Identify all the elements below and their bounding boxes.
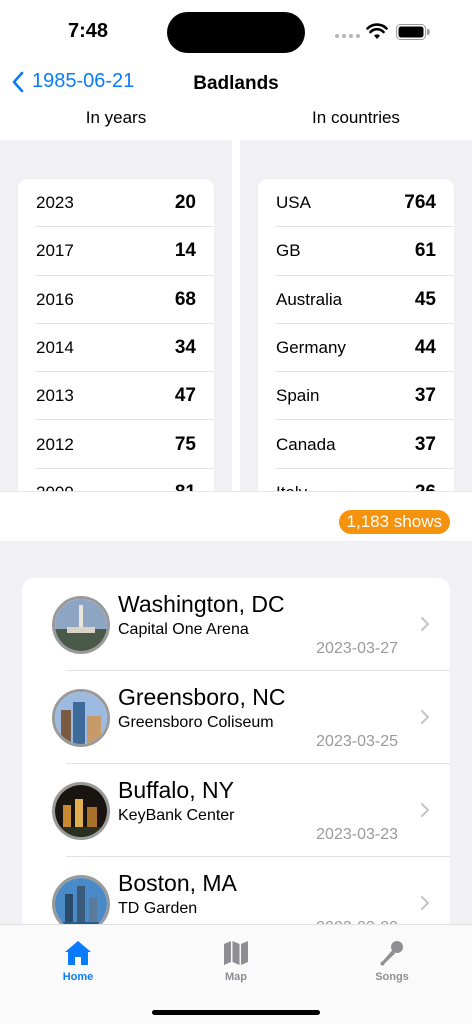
page-title: Badlands — [193, 73, 279, 94]
show-venue: TD Garden — [118, 900, 198, 917]
show-row[interactable]: Buffalo, NY KeyBank Center 2023-03-23 — [22, 764, 450, 857]
year-count: 75 — [174, 433, 196, 455]
city-photo — [52, 782, 110, 840]
year-label: 2014 — [36, 338, 74, 358]
year-row[interactable]: 2014 34 — [18, 324, 214, 373]
year-label: 2016 — [36, 289, 74, 309]
tab-songs[interactable]: Songs — [352, 939, 432, 983]
country-row[interactable]: USA 764 — [258, 179, 454, 228]
shows-count-band: 1,183 shows — [0, 491, 472, 541]
year-row[interactable]: 2012 75 — [18, 420, 214, 470]
country-label: GB — [276, 241, 301, 261]
tab-map[interactable]: Map — [196, 939, 276, 983]
show-row[interactable]: Washington, DC Capital One Arena 2023-03… — [22, 578, 450, 671]
country-label: Canada — [276, 434, 336, 454]
show-date: 2023-03-23 — [316, 826, 398, 843]
cellular-signal-icon — [335, 34, 360, 38]
panel-divider — [232, 140, 240, 491]
chevron-right-icon — [421, 617, 429, 631]
years-panel[interactable]: 2023 20 2017 14 2016 68 2014 34 2013 47 2012 7… — [0, 140, 232, 491]
shows-list: Washington, DC Capital One Arena 2023-03… — [22, 578, 450, 924]
microphone-icon — [380, 941, 403, 966]
country-label: USA — [276, 193, 311, 213]
country-row[interactable]: GB 61 — [258, 227, 454, 276]
show-city: Buffalo, NY — [118, 777, 234, 803]
year-label: 2009 — [36, 483, 74, 491]
country-count: 45 — [414, 288, 436, 310]
show-row[interactable]: Greensboro, NC Greensboro Coliseum 2023-… — [22, 671, 450, 764]
tab-home[interactable]: Home — [38, 939, 118, 983]
year-count: 14 — [174, 240, 196, 262]
year-count: 34 — [174, 337, 196, 359]
show-city: Greensboro, NC — [118, 684, 286, 710]
show-venue: KeyBank Center — [118, 807, 235, 824]
country-row[interactable]: Italy 26 — [258, 469, 454, 491]
show-row[interactable]: Boston, MA TD Garden 2023-03-20 — [22, 857, 450, 924]
year-label: 2012 — [36, 434, 74, 454]
years-list: 2023 20 2017 14 2016 68 2014 34 2013 47 2012 7… — [18, 179, 214, 491]
country-count: 26 — [415, 482, 436, 491]
chevron-right-icon — [421, 896, 429, 910]
year-label: 2023 — [36, 193, 74, 213]
country-count: 764 — [404, 192, 436, 214]
countries-panel[interactable]: USA 764 GB 61 Australia 45 Germany 44 Spain 3… — [240, 140, 472, 491]
house-icon — [65, 941, 91, 965]
tab-songs-label: Songs — [375, 971, 409, 983]
country-label: Spain — [276, 386, 320, 406]
shows-list-panel[interactable]: Washington, DC Capital One Arena 2023-03… — [0, 541, 472, 924]
year-label: 2017 — [36, 241, 74, 261]
show-venue: Capital One Arena — [118, 621, 249, 638]
country-count: 37 — [414, 385, 436, 407]
year-row[interactable]: 2017 14 — [18, 227, 214, 276]
country-row[interactable]: Australia 45 — [258, 276, 454, 325]
country-label: Italy — [276, 483, 307, 491]
year-row[interactable]: 2016 68 — [18, 276, 214, 325]
home-indicator — [152, 1010, 320, 1015]
year-row[interactable]: 2023 20 — [18, 179, 214, 228]
chevron-right-icon — [421, 710, 429, 724]
city-photo — [52, 689, 110, 747]
country-row[interactable]: Spain 37 — [258, 372, 454, 421]
tab-bar: Home Map Songs — [0, 924, 472, 1024]
country-count: 44 — [414, 337, 436, 359]
country-count: 37 — [414, 433, 436, 455]
show-date: 2023-03-27 — [316, 640, 398, 657]
wifi-icon — [366, 23, 388, 39]
city-photo — [52, 596, 110, 654]
show-venue: Greensboro Coliseum — [118, 714, 274, 731]
tab-map-label: Map — [225, 971, 247, 983]
year-count: 47 — [174, 385, 196, 407]
show-city: Boston, MA — [118, 870, 237, 896]
country-label: Germany — [276, 338, 346, 358]
battery-icon — [396, 24, 430, 40]
status-time: 7:48 — [68, 20, 109, 42]
year-count: 81 — [175, 482, 196, 491]
status-bar: 7:48 — [0, 0, 472, 64]
shows-count-badge: 1,183 shows — [338, 510, 450, 534]
country-label: Australia — [276, 289, 343, 309]
countries-list: USA 764 GB 61 Australia 45 Germany 44 Spain 3… — [258, 179, 454, 491]
show-date: 2023-03-25 — [316, 733, 398, 750]
year-row[interactable]: 2013 47 — [18, 372, 214, 421]
years-header: In years — [85, 108, 147, 127]
year-label: 2013 — [36, 386, 74, 406]
year-count: 68 — [174, 288, 196, 310]
show-city: Washington, DC — [118, 591, 285, 617]
country-row[interactable]: Germany 44 — [258, 324, 454, 373]
tab-home-label: Home — [62, 971, 94, 983]
countries-header: In countries — [312, 108, 400, 127]
country-count: 61 — [414, 240, 436, 262]
navigation-bar: 1985-06-21 Badlands — [0, 64, 472, 104]
city-photo — [52, 875, 110, 924]
dynamic-island — [167, 12, 305, 53]
chevron-right-icon — [421, 803, 429, 817]
year-count: 20 — [174, 192, 196, 214]
country-row[interactable]: Canada 37 — [258, 420, 454, 470]
map-icon — [224, 941, 248, 965]
year-row[interactable]: 2009 81 — [18, 469, 214, 491]
